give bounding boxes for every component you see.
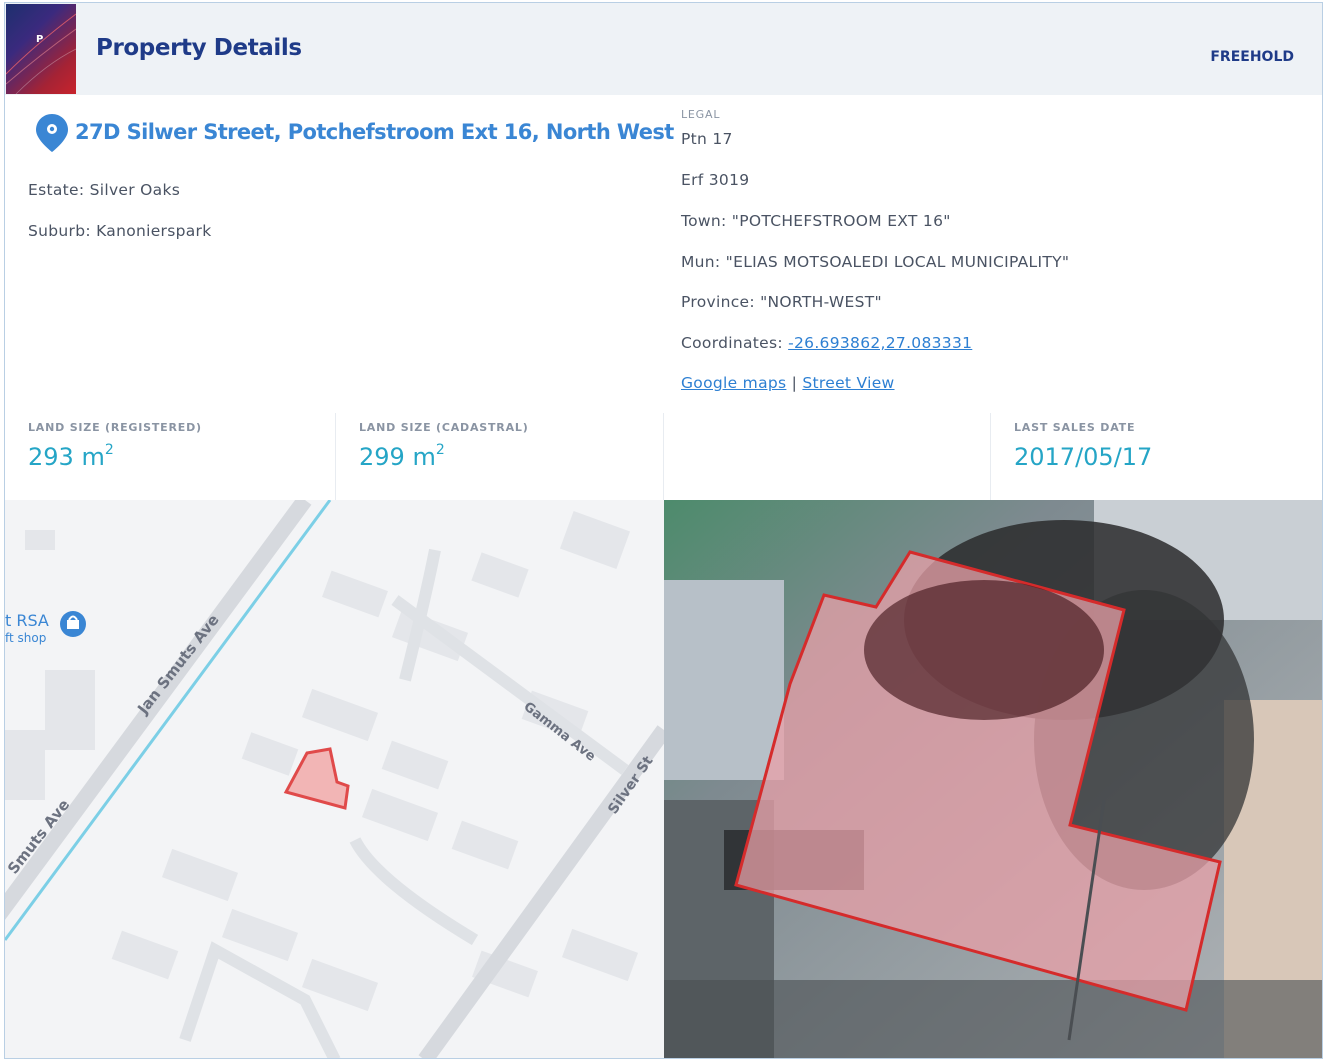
app-logo: P xyxy=(6,4,76,94)
legal-portion: Ptn 17 xyxy=(681,130,733,148)
legal-town: Town: "POTCHEFSTROOM EXT 16" xyxy=(681,212,951,230)
estate-name: Estate: Silver Oaks xyxy=(28,181,181,199)
location-pin-icon xyxy=(36,114,68,152)
tenure-badge: FREEHOLD xyxy=(1210,49,1294,65)
stat-last-sales-date: LAST SALES DATE 2017/05/17 xyxy=(991,413,1322,500)
stat-value: 293 m2 xyxy=(28,442,114,471)
coordinates-label: Coordinates: xyxy=(681,334,789,352)
stat-label: LAND SIZE (REGISTERED) xyxy=(28,421,202,434)
logo-decoration xyxy=(6,13,76,94)
map-links: Google maps | Street View xyxy=(681,374,895,392)
page-title: Property Details xyxy=(96,35,302,61)
legal-province: Province: "NORTH-WEST" xyxy=(681,293,882,311)
stat-empty xyxy=(664,413,991,500)
google-maps-link[interactable]: Google maps xyxy=(681,374,786,392)
property-address: 27D Silwer Street, Potchefstroom Ext 16,… xyxy=(75,120,674,144)
stat-land-size-cadastral: LAND SIZE (CADASTRAL) 299 m2 xyxy=(336,413,664,500)
property-details-card: P Property Details FREEHOLD 27D Silwer S… xyxy=(4,2,1323,1059)
legal-section-label: LEGAL xyxy=(681,108,721,121)
legal-erf: Erf 3019 xyxy=(681,171,750,189)
stat-label: LAST SALES DATE xyxy=(1014,421,1136,434)
legal-coordinates: Coordinates: -26.693862,27.083331 xyxy=(681,334,972,352)
card-header: P Property Details FREEHOLD xyxy=(5,3,1322,95)
coordinates-link[interactable]: -26.693862,27.083331 xyxy=(788,334,972,352)
link-separator: | xyxy=(791,374,798,392)
stat-land-size-registered: LAND SIZE (REGISTERED) 293 m2 xyxy=(5,413,336,500)
poi-subtitle: ft shop xyxy=(5,631,46,645)
poi-name: t RSA xyxy=(5,611,49,630)
stat-value: 2017/05/17 xyxy=(1014,443,1153,471)
legal-municipality: Mun: "ELIAS MOTSOALEDI LOCAL MUNICIPALIT… xyxy=(681,253,1070,271)
logo-letter: P xyxy=(36,34,44,45)
stat-label: LAND SIZE (CADASTRAL) xyxy=(359,421,529,434)
street-view-link[interactable]: Street View xyxy=(802,374,894,392)
satellite-view[interactable] xyxy=(664,500,1322,1058)
suburb-name: Suburb: Kanonierspark xyxy=(28,222,212,240)
street-map-canvas: Jan Smuts Ave Smuts Ave Gamma Ave Silver… xyxy=(5,500,664,1058)
stats-row: LAND SIZE (REGISTERED) 293 m2 LAND SIZE … xyxy=(5,413,1322,500)
street-map[interactable]: Jan Smuts Ave Smuts Ave Gamma Ave Silver… xyxy=(5,500,664,1058)
satellite-canvas xyxy=(664,500,1322,1058)
stat-value: 299 m2 xyxy=(359,442,445,471)
